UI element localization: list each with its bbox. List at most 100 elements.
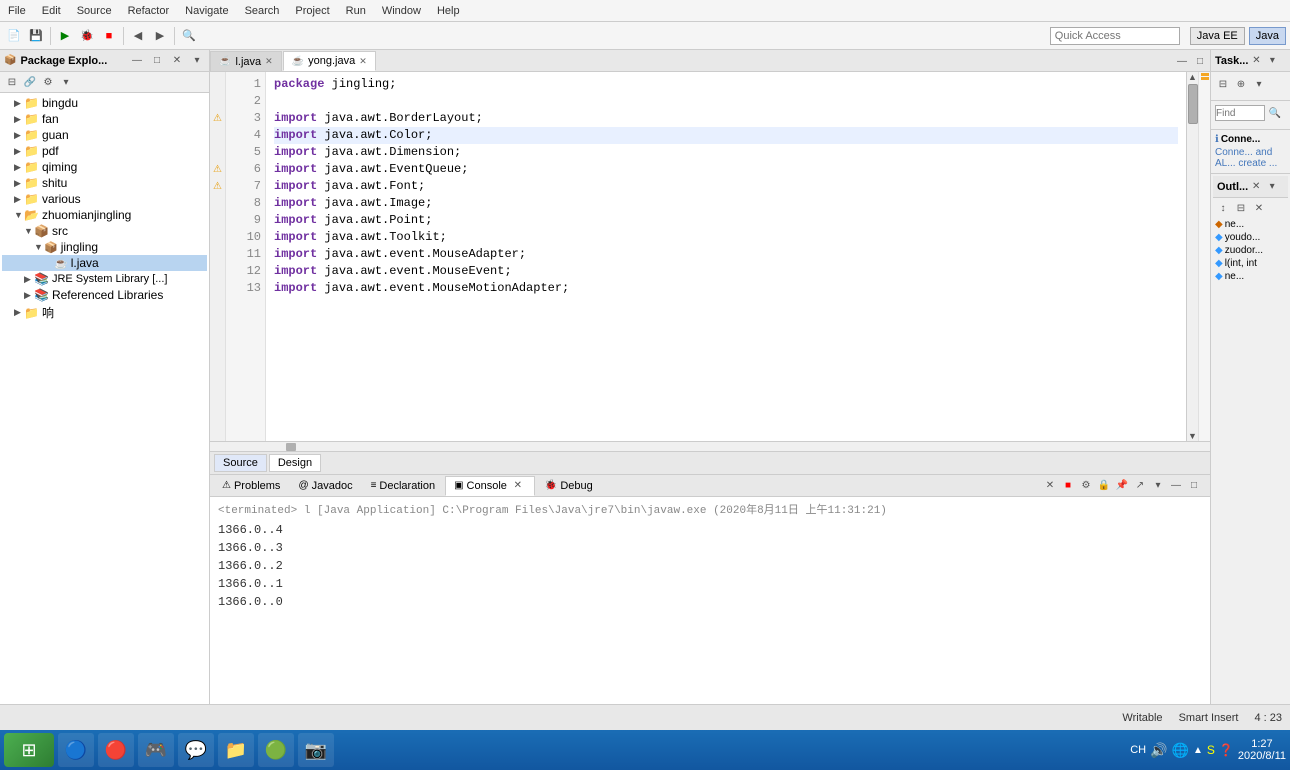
java-ee-button[interactable]: Java EE bbox=[1190, 27, 1245, 45]
console-max-button[interactable]: □ bbox=[1186, 478, 1202, 494]
terminate-button[interactable]: ■ bbox=[1060, 478, 1076, 494]
console-min-button[interactable]: — bbox=[1168, 478, 1184, 494]
console-chevron-button[interactable]: ▾ bbox=[1150, 478, 1166, 494]
scroll-down-button[interactable]: ▼ bbox=[1187, 431, 1198, 441]
sound-icon[interactable]: 🔊 bbox=[1150, 742, 1167, 759]
outline-btn-3[interactable]: ✕ bbox=[1251, 200, 1267, 216]
collapse-all-button[interactable]: ⊟ bbox=[4, 74, 20, 90]
tab-yongjava[interactable]: ☕ yong.java ✕ bbox=[283, 51, 376, 71]
outline-item-ne[interactable]: ◆ ne... bbox=[1213, 218, 1288, 231]
start-button[interactable]: ⊞ bbox=[4, 733, 54, 767]
taskbar-app-green[interactable]: 🟢 bbox=[258, 733, 294, 767]
tree-item-shitu[interactable]: ▶ 📁 shitu bbox=[2, 175, 207, 191]
taskbar-app-game[interactable]: 🎮 bbox=[138, 733, 174, 767]
tree-item-referenced-libs[interactable]: ▶ 📚 Referenced Libraries bbox=[2, 287, 207, 303]
open-console-button[interactable]: ↗ bbox=[1132, 478, 1148, 494]
design-tab[interactable]: Design bbox=[269, 454, 321, 472]
save-button[interactable]: 💾 bbox=[26, 26, 46, 46]
outline-btn-2[interactable]: ⊟ bbox=[1233, 200, 1249, 216]
menu-run[interactable]: Run bbox=[342, 3, 370, 19]
menu-file[interactable]: File bbox=[4, 3, 30, 19]
tree-item-jre[interactable]: ▶ 📚 JRE System Library [...] bbox=[2, 271, 207, 287]
taskbar-app-chat[interactable]: 💬 bbox=[178, 733, 214, 767]
taskbar-app-browser[interactable]: 🔵 bbox=[58, 733, 94, 767]
taskbar-app-antivirus[interactable]: 🔴 bbox=[98, 733, 134, 767]
menu-window[interactable]: Window bbox=[378, 3, 425, 19]
outline-btn-1[interactable]: ↕ bbox=[1215, 200, 1231, 216]
task-btn-3[interactable]: ▾ bbox=[1251, 76, 1267, 92]
tree-item-jingling[interactable]: ▼ 📦 jingling bbox=[2, 239, 207, 255]
outline-item-youdo[interactable]: ◆ youdo... bbox=[1213, 231, 1288, 244]
outline-item-zuodor[interactable]: ◆ zuodor... bbox=[1213, 244, 1288, 257]
task-btn-2[interactable]: ⊕ bbox=[1233, 76, 1249, 92]
task-panel-menu[interactable]: ▾ bbox=[1264, 53, 1280, 69]
back-button[interactable]: ◀ bbox=[128, 26, 148, 46]
tree-item-fan[interactable]: ▶ 📁 fan bbox=[2, 111, 207, 127]
pin-console-button[interactable]: 📌 bbox=[1114, 478, 1130, 494]
new-button[interactable]: 📄 bbox=[4, 26, 24, 46]
taskbar-app-camera[interactable]: 📷 bbox=[298, 733, 334, 767]
tree-item-src[interactable]: ▼ 📦 src bbox=[2, 223, 207, 239]
outline-item-lint[interactable]: ◆ l(int, int bbox=[1213, 257, 1288, 270]
maximize-panel-button[interactable]: □ bbox=[149, 53, 165, 69]
outline-close[interactable]: ✕ bbox=[1248, 179, 1264, 195]
tab-console[interactable]: ▣ Console ✕ bbox=[445, 476, 535, 496]
tree-item-zhuomianjingling[interactable]: ▼ 📂 zhuomianjingling bbox=[2, 207, 207, 223]
tab-debug[interactable]: 🐞 Debug bbox=[537, 476, 601, 496]
tab-ljava[interactable]: ☕ l.java ✕ bbox=[210, 51, 282, 71]
panel-menu-button[interactable]: ▾ bbox=[189, 53, 205, 69]
minimize-panel-button[interactable]: — bbox=[129, 53, 145, 69]
java-button[interactable]: Java bbox=[1249, 27, 1286, 45]
tab-javadoc[interactable]: @ Javadoc bbox=[290, 476, 360, 496]
tree-item-bingdu[interactable]: ▶ 📁 bingdu bbox=[2, 95, 207, 111]
run-button[interactable]: ▶ bbox=[55, 26, 75, 46]
tree-item-pdf[interactable]: ▶ 📁 pdf bbox=[2, 143, 207, 159]
tree-item-guan[interactable]: ▶ 📁 guan bbox=[2, 127, 207, 143]
debug-button[interactable]: 🐞 bbox=[77, 26, 97, 46]
scroll-up-button[interactable]: ▲ bbox=[1187, 72, 1198, 82]
panel-chevron-button[interactable]: ▾ bbox=[58, 74, 74, 90]
tab-declaration[interactable]: ≡ Declaration bbox=[363, 476, 443, 496]
horizontal-scrollbar[interactable] bbox=[266, 442, 1210, 451]
console-close-button[interactable]: ✕ bbox=[510, 478, 526, 494]
menu-edit[interactable]: Edit bbox=[38, 3, 65, 19]
tree-item-ljava[interactable]: ☕ l.java bbox=[2, 255, 207, 271]
close-panel-button[interactable]: ✕ bbox=[169, 53, 185, 69]
menu-project[interactable]: Project bbox=[291, 3, 333, 19]
outline-item-ne2[interactable]: ◆ ne... bbox=[1213, 270, 1288, 283]
tray-arrow[interactable]: ▲ bbox=[1193, 745, 1203, 756]
console-settings-button[interactable]: ⚙ bbox=[1078, 478, 1094, 494]
task-panel-close[interactable]: ✕ bbox=[1248, 53, 1264, 69]
tab-problems[interactable]: ⚠ Problems bbox=[214, 476, 288, 496]
tree-item-xiang[interactable]: ▶ 📁 响 bbox=[2, 303, 207, 322]
menu-navigate[interactable]: Navigate bbox=[181, 3, 232, 19]
forward-button[interactable]: ▶ bbox=[150, 26, 170, 46]
scroll-lock-button[interactable]: 🔒 bbox=[1096, 478, 1112, 494]
scroll-thumb[interactable] bbox=[1188, 84, 1198, 124]
outline-menu[interactable]: ▾ bbox=[1264, 179, 1280, 195]
network-icon[interactable]: 🌐 bbox=[1172, 742, 1189, 759]
clear-console-button[interactable]: ✕ bbox=[1042, 478, 1058, 494]
tree-item-qiming[interactable]: ▶ 📁 qiming bbox=[2, 159, 207, 175]
h-scroll-thumb[interactable] bbox=[286, 443, 296, 451]
tree-item-various[interactable]: ▶ 📁 various bbox=[2, 191, 207, 207]
menu-search[interactable]: Search bbox=[241, 3, 284, 19]
vertical-scrollbar[interactable]: ▲ ▼ bbox=[1186, 72, 1198, 441]
quick-access-input[interactable] bbox=[1050, 27, 1180, 45]
find-button[interactable]: 🔍 bbox=[1267, 105, 1283, 121]
tab-close-button[interactable]: ✕ bbox=[265, 56, 273, 67]
stop-button[interactable]: ■ bbox=[99, 26, 119, 46]
find-input[interactable] bbox=[1215, 105, 1265, 121]
code-editor[interactable]: package jingling; import java.awt.Border… bbox=[266, 72, 1186, 441]
menu-refactor[interactable]: Refactor bbox=[124, 3, 174, 19]
menu-help[interactable]: Help bbox=[433, 3, 464, 19]
tab-close-button[interactable]: ✕ bbox=[359, 56, 367, 67]
editor-max-button[interactable]: □ bbox=[1192, 53, 1208, 69]
search-button[interactable]: 🔍 bbox=[179, 26, 199, 46]
menu-source[interactable]: Source bbox=[73, 3, 116, 19]
link-with-editor-button[interactable]: 🔗 bbox=[22, 74, 38, 90]
taskbar-app-files[interactable]: 📁 bbox=[218, 733, 254, 767]
task-btn-1[interactable]: ⊟ bbox=[1215, 76, 1231, 92]
editor-min-button[interactable]: — bbox=[1174, 53, 1190, 69]
source-tab[interactable]: Source bbox=[214, 454, 267, 472]
